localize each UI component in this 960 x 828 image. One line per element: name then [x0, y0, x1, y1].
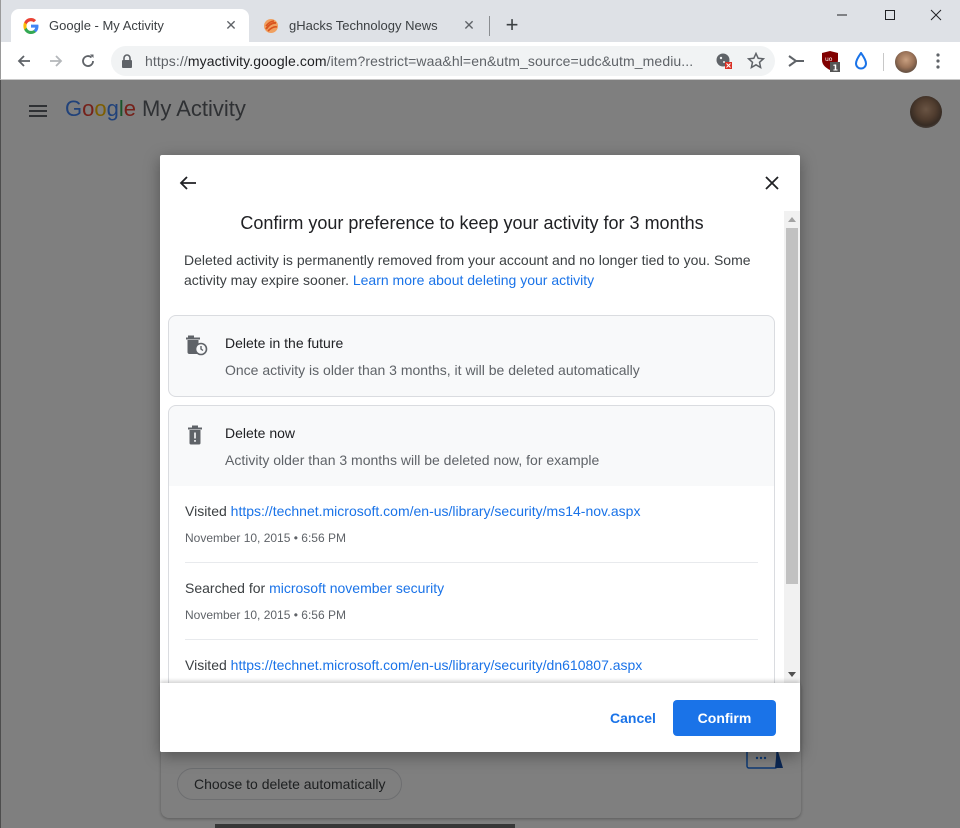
dialog-footer: Cancel Confirm: [160, 683, 800, 752]
option-subtitle: Once activity is older than 3 months, it…: [225, 362, 640, 378]
activity-action: Searched for: [185, 580, 266, 596]
activity-link[interactable]: microsoft november security: [269, 580, 444, 596]
option-delete-now: Delete now Activity older than 3 months …: [168, 405, 775, 683]
activity-line: Visited https://technet.microsoft.com/en…: [185, 501, 640, 521]
minimize-window-button[interactable]: [819, 4, 865, 26]
tab-google-my-activity[interactable]: Google - My Activity ✕: [11, 9, 249, 42]
scroll-up-arrow-icon[interactable]: [788, 217, 796, 222]
cancel-button[interactable]: Cancel: [600, 700, 666, 736]
trash-clock-icon: [186, 335, 208, 356]
list-item: Visited https://technet.microsoft.com/en…: [185, 486, 758, 563]
back-button[interactable]: [11, 48, 37, 74]
arrow-left-icon: [179, 176, 196, 190]
dialog-close-button[interactable]: [760, 171, 784, 195]
dialog-scroll-area[interactable]: Confirm your preference to keep your act…: [160, 211, 800, 683]
dialog-back-button[interactable]: [176, 171, 200, 195]
option-title: Delete in the future: [225, 335, 344, 351]
ublock-origin-extension-button[interactable]: uo 1: [817, 48, 843, 74]
option-title: Delete now: [225, 425, 296, 441]
tab-title: gHacks Technology News: [289, 18, 438, 33]
option-subtitle: Activity older than 3 months will be del…: [225, 452, 600, 468]
new-tab-button[interactable]: +: [501, 12, 523, 37]
maximize-window-button[interactable]: [867, 4, 913, 26]
close-tab-icon[interactable]: ✕: [459, 16, 479, 36]
tab-separator: [489, 16, 490, 36]
close-window-button[interactable]: [913, 4, 959, 26]
scissors-extension-button[interactable]: [783, 48, 809, 74]
learn-more-link[interactable]: Learn more about deleting your activity: [353, 272, 594, 288]
activity-action: Visited: [185, 503, 227, 519]
url-path: /item?restrict=waa&hl=en&utm_source=udc&…: [326, 53, 694, 69]
ublock-badge-count: 1: [833, 64, 839, 73]
arrow-left-icon: [17, 55, 30, 67]
activity-link[interactable]: https://technet.microsoft.com/en-us/libr…: [231, 657, 643, 673]
example-activity-list: Visited https://technet.microsoft.com/en…: [169, 486, 774, 683]
option-delete-in-future: Delete in the future Once activity is ol…: [168, 315, 775, 397]
browser-menu-button[interactable]: [925, 48, 951, 74]
scroll-down-arrow-icon[interactable]: [788, 672, 796, 677]
address-bar[interactable]: https://myactivity.google.com/item?restr…: [111, 46, 775, 76]
browser-tabstrip: Google - My Activity ✕ gHacks Technology…: [0, 0, 960, 42]
lock-icon[interactable]: [121, 54, 135, 68]
close-tab-icon[interactable]: ✕: [221, 16, 241, 36]
activity-line: Searched for microsoft november security: [185, 578, 444, 598]
bookmark-star-icon[interactable]: [743, 48, 769, 74]
ghacks-icon: [263, 18, 279, 34]
google-g-icon: [23, 17, 39, 34]
browser-toolbar: https://myactivity.google.com/item?restr…: [0, 42, 960, 80]
svg-text:uo: uo: [825, 56, 833, 63]
list-item: Visited https://technet.microsoft.com/en…: [185, 640, 758, 683]
ublock-origin-icon: uo 1: [822, 51, 840, 73]
activity-line: Visited https://technet.microsoft.com/en…: [185, 655, 642, 675]
scrollbar-thumb[interactable]: [786, 228, 798, 584]
list-item: Searched for microsoft november security…: [185, 563, 758, 640]
forward-button[interactable]: [43, 48, 69, 74]
raindrop-extension-button[interactable]: [848, 48, 874, 74]
minimize-icon: [837, 14, 847, 16]
confirm-button[interactable]: Confirm: [673, 700, 776, 736]
activity-link[interactable]: https://technet.microsoft.com/en-us/libr…: [231, 503, 641, 519]
url-text[interactable]: https://myactivity.google.com/item?restr…: [145, 53, 711, 69]
dialog-description: Deleted activity is permanently removed …: [184, 250, 764, 290]
url-scheme: https://: [145, 53, 188, 69]
activity-action: Visited: [185, 657, 227, 673]
browser-profile-avatar[interactable]: [895, 51, 917, 73]
kebab-menu-icon: [936, 53, 940, 69]
scissors-icon: [788, 55, 804, 67]
close-icon: [930, 9, 942, 21]
toolbar-separator: [883, 53, 884, 71]
confirm-auto-delete-dialog: Confirm your preference to keep your act…: [160, 155, 800, 752]
url-host: myactivity.google.com: [187, 53, 327, 69]
trash-alert-icon: [188, 425, 202, 445]
reload-icon: [82, 54, 94, 67]
tab-title: Google - My Activity: [49, 18, 164, 33]
arrow-right-icon: [50, 55, 63, 67]
close-icon: [765, 176, 779, 190]
reload-button[interactable]: [75, 48, 101, 74]
tab-ghacks[interactable]: gHacks Technology News ✕: [251, 9, 487, 42]
cookie-blocked-icon[interactable]: [711, 48, 737, 74]
activity-timestamp: November 10, 2015 • 6:56 PM: [185, 608, 346, 622]
dialog-scrollbar[interactable]: [784, 211, 800, 683]
dialog-title: Confirm your preference to keep your act…: [240, 213, 704, 233]
raindrop-icon: [854, 52, 868, 70]
activity-timestamp: November 10, 2015 • 6:56 PM: [185, 531, 346, 545]
maximize-icon: [885, 10, 895, 20]
